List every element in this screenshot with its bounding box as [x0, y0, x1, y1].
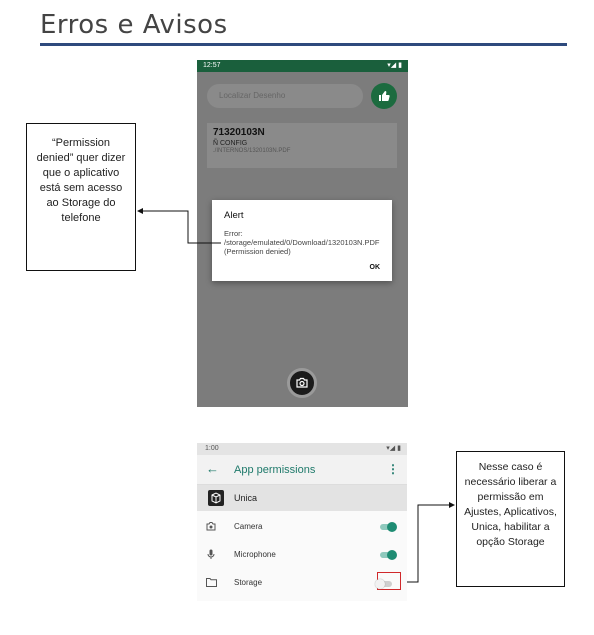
arrow-to-callout2 — [407, 502, 455, 583]
arrow-to-callout1 — [137, 208, 221, 244]
callout-connectors — [137, 208, 455, 583]
